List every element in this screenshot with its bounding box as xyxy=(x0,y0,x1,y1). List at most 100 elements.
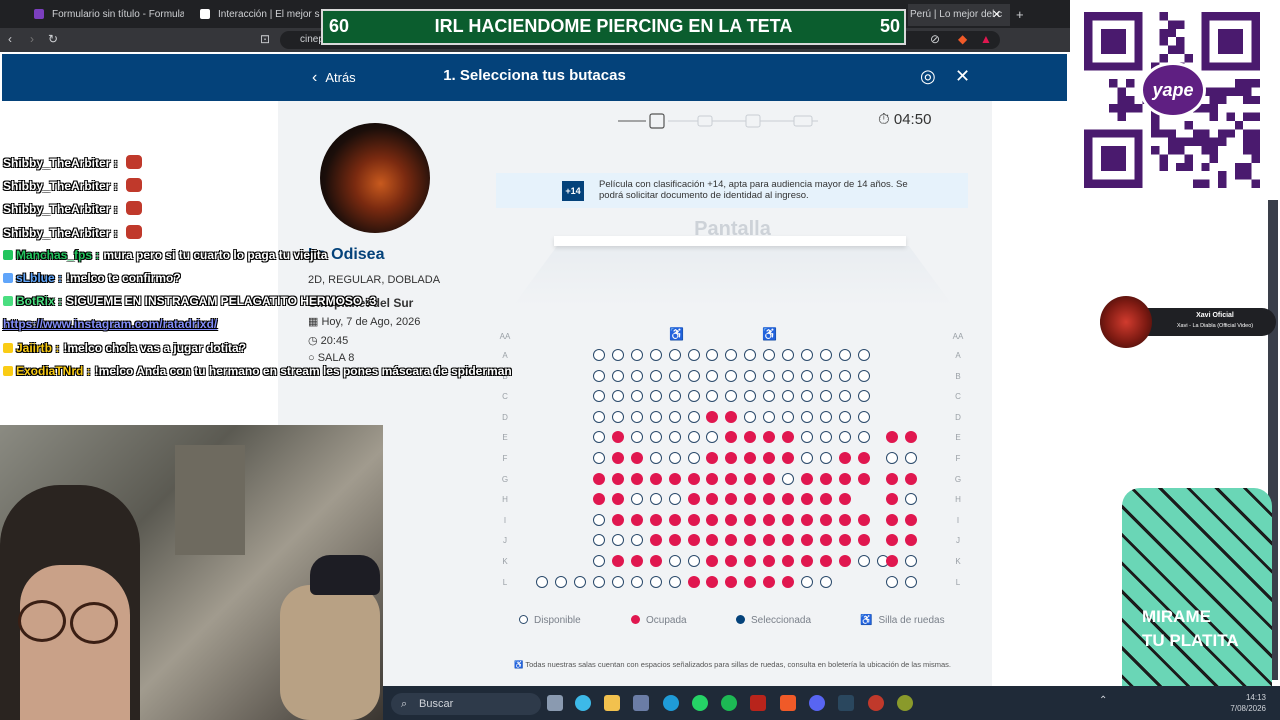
seat-available[interactable] xyxy=(857,431,870,444)
seat-available[interactable] xyxy=(763,410,776,423)
browser-tab[interactable]: Interacción | El mejor software xyxy=(200,4,320,26)
seat-available[interactable] xyxy=(782,349,794,361)
seat-available[interactable] xyxy=(886,575,898,588)
seat-available[interactable] xyxy=(744,349,757,361)
whatsapp-icon[interactable] xyxy=(692,695,708,711)
seat-available[interactable] xyxy=(744,410,757,423)
seat-available[interactable] xyxy=(838,431,851,444)
seat-available[interactable] xyxy=(782,390,794,403)
seat-available[interactable] xyxy=(744,390,757,403)
seat-available[interactable] xyxy=(904,555,917,567)
system-clock[interactable]: 14:13 7/08/2026 xyxy=(1230,692,1266,714)
seat-available[interactable] xyxy=(725,369,738,382)
seat-available[interactable] xyxy=(819,575,832,588)
seat-available[interactable] xyxy=(630,390,643,403)
seat-available[interactable] xyxy=(819,452,832,464)
seat-available[interactable] xyxy=(593,575,605,588)
seat-available[interactable] xyxy=(649,493,662,506)
new-tab-icon[interactable]: + xyxy=(1016,4,1024,26)
seat-available[interactable] xyxy=(574,575,587,588)
seat-available[interactable] xyxy=(744,369,757,382)
seat-available[interactable] xyxy=(857,369,870,382)
browser-tab[interactable]: Formulario sin título - Formularios de xyxy=(34,4,184,26)
seat-available[interactable] xyxy=(819,369,832,382)
seat-available[interactable] xyxy=(668,493,681,506)
seat-available[interactable] xyxy=(611,534,624,547)
seat-available[interactable] xyxy=(838,349,851,361)
seat-available[interactable] xyxy=(687,410,700,423)
seat-available[interactable] xyxy=(857,555,870,567)
seat-available[interactable] xyxy=(668,349,681,361)
seat-available[interactable] xyxy=(593,410,605,423)
seat-available[interactable] xyxy=(611,390,624,403)
seat-available[interactable] xyxy=(904,452,917,464)
seat-available[interactable] xyxy=(782,410,794,423)
user-icon[interactable]: ◎ xyxy=(920,66,936,87)
task-view-icon[interactable] xyxy=(547,695,563,711)
seat-available[interactable] xyxy=(649,390,662,403)
app-icon[interactable] xyxy=(897,695,913,711)
extension-icon[interactable]: ▲ xyxy=(980,32,992,46)
seat-available[interactable] xyxy=(706,369,719,382)
taskbar-search[interactable]: ⌕ Buscar xyxy=(391,693,541,715)
seat-available[interactable] xyxy=(687,452,700,464)
seat-available[interactable] xyxy=(904,575,917,588)
seat-available[interactable] xyxy=(611,349,624,361)
seat-available[interactable] xyxy=(782,369,794,382)
seat-available[interactable] xyxy=(593,390,605,403)
seat-available[interactable] xyxy=(857,349,870,361)
seat-available[interactable] xyxy=(630,534,643,547)
spotify-icon[interactable] xyxy=(721,695,737,711)
steam-icon[interactable] xyxy=(838,695,854,711)
seat-available[interactable] xyxy=(706,390,719,403)
seat-available[interactable] xyxy=(630,575,643,588)
seat-available[interactable] xyxy=(593,452,605,464)
seat-available[interactable] xyxy=(886,452,898,464)
seat-available[interactable] xyxy=(593,555,605,567)
seat-available[interactable] xyxy=(649,410,662,423)
brave-shield-icon[interactable]: ◆ xyxy=(958,32,967,46)
seat-available[interactable] xyxy=(800,349,813,361)
seat-available[interactable] xyxy=(649,431,662,444)
seat-available[interactable] xyxy=(593,349,605,361)
dota-icon[interactable] xyxy=(750,695,766,711)
seat-available[interactable] xyxy=(706,431,719,444)
close-tab-icon[interactable]: ✕ xyxy=(992,4,1001,26)
seat-available[interactable] xyxy=(593,534,605,547)
seat-available[interactable] xyxy=(819,431,832,444)
seat-available[interactable] xyxy=(649,575,662,588)
seat-available[interactable] xyxy=(668,369,681,382)
file-explorer-icon[interactable] xyxy=(604,695,620,711)
seat-available[interactable] xyxy=(668,555,681,567)
copilot-icon[interactable] xyxy=(575,695,591,711)
seat-available[interactable] xyxy=(687,555,700,567)
seat-available[interactable] xyxy=(630,369,643,382)
seat-available[interactable] xyxy=(857,390,870,403)
forward-arrow-icon[interactable]: › xyxy=(30,32,34,46)
brave-icon[interactable] xyxy=(780,695,796,711)
bookmark-icon[interactable]: ⊡ xyxy=(260,32,270,46)
seat-available[interactable] xyxy=(838,390,851,403)
seat-available[interactable] xyxy=(782,472,794,485)
seat-available[interactable] xyxy=(800,452,813,464)
back-arrow-icon[interactable]: ‹ xyxy=(8,32,12,46)
seat-available[interactable] xyxy=(687,431,700,444)
seat-available[interactable] xyxy=(725,349,738,361)
edge-icon[interactable] xyxy=(663,695,679,711)
seat-available[interactable] xyxy=(630,410,643,423)
seat-available[interactable] xyxy=(649,452,662,464)
seat-available[interactable] xyxy=(763,369,776,382)
seat-available[interactable] xyxy=(687,390,700,403)
seat-available[interactable] xyxy=(800,431,813,444)
seat-available[interactable] xyxy=(649,349,662,361)
seat-available[interactable] xyxy=(687,369,700,382)
seat-available[interactable] xyxy=(536,575,549,588)
seat-available[interactable] xyxy=(668,575,681,588)
seat-available[interactable] xyxy=(819,390,832,403)
seat-available[interactable] xyxy=(668,390,681,403)
seat-available[interactable] xyxy=(706,349,719,361)
seat-available[interactable] xyxy=(800,575,813,588)
seat-available[interactable] xyxy=(630,493,643,506)
seat-available[interactable] xyxy=(838,369,851,382)
seat-available[interactable] xyxy=(649,369,662,382)
